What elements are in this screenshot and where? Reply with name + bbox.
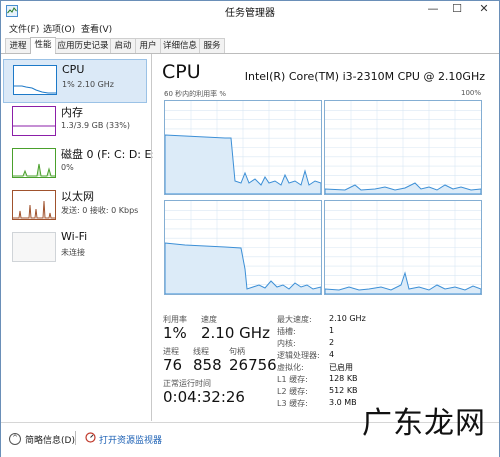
spec-l2-cache-value: 512 KB xyxy=(329,386,358,395)
spec-l2-cache-label: L2 缓存: xyxy=(277,387,308,396)
tab-app-history[interactable]: 应用历史记录 xyxy=(55,38,111,53)
graph-caption: 60 秒内的利用率 % xyxy=(164,90,227,98)
spec-logical-processors-label: 逻辑处理器: xyxy=(277,351,320,360)
ethernet-label: 以太网 xyxy=(61,190,94,203)
memory-summary: 1.3/3.9 GB (33%) xyxy=(61,121,130,130)
close-button[interactable]: ✕ xyxy=(469,1,499,17)
graph-max-label: 100% xyxy=(460,89,481,97)
cpu-detail-pane: CPU Intel(R) Core(TM) i3-2310M CPU @ 2.1… xyxy=(153,54,499,421)
ethernet-thumbnail-graph xyxy=(12,190,56,220)
wifi-label: Wi-Fi xyxy=(61,230,88,243)
processes-value: 76 xyxy=(163,356,183,374)
cpu-summary: 1% 2.10 GHz xyxy=(62,80,115,89)
spec-l1-cache-label: L1 缓存: xyxy=(277,375,308,384)
title-bar: 任务管理器 — ☐ ✕ xyxy=(1,1,499,21)
menu-bar: 文件(F) 选项(O) 查看(V) xyxy=(1,21,499,35)
menu-options[interactable]: 选项(O) xyxy=(43,22,75,35)
tab-strip: 进程 性能 应用历史记录 启动 用户 详细信息 服务 xyxy=(1,37,499,54)
spec-l3-cache-value: 3.0 MB xyxy=(329,398,357,407)
utilization-value: 1% xyxy=(163,324,187,342)
spec-l3-cache-label: L3 缓存: xyxy=(277,399,308,408)
resource-ethernet[interactable]: 以太网 发送: 0 接收: 0 Kbps xyxy=(3,185,145,227)
open-resource-monitor-link[interactable]: 打开资源监视器 xyxy=(99,433,162,446)
spec-sockets-label: 插槽: xyxy=(277,327,296,336)
memory-thumbnail-graph xyxy=(12,106,56,136)
logical-processor-graph-2 xyxy=(324,100,482,195)
handles-value: 26756 xyxy=(229,356,277,374)
speed-value: 2.10 GHz xyxy=(201,324,270,342)
resource-list: CPU 1% 2.10 GHz 内存 1.3/3.9 GB (33%) 磁盘 0… xyxy=(1,54,155,421)
resource-disk[interactable]: 磁盘 0 (F: C: D: E: 0% xyxy=(3,143,155,185)
resource-wifi[interactable]: Wi-Fi 未连接 xyxy=(3,227,145,269)
resource-cpu[interactable]: CPU 1% 2.10 GHz xyxy=(3,59,147,103)
wifi-thumbnail-graph xyxy=(12,232,56,262)
logical-processor-graph-4 xyxy=(324,200,482,295)
ethernet-summary: 发送: 0 接收: 0 Kbps xyxy=(61,206,139,215)
cpu-model-name: Intel(R) Core(TM) i3-2310M CPU @ 2.10GHz xyxy=(244,70,485,83)
task-manager-window: 任务管理器 — ☐ ✕ 文件(F) 选项(O) 查看(V) 进程 性能 应用历史… xyxy=(0,0,500,457)
threads-value: 858 xyxy=(193,356,222,374)
spec-sockets-value: 1 xyxy=(329,326,335,335)
tab-startup[interactable]: 启动 xyxy=(110,38,136,53)
resource-memory[interactable]: 内存 1.3/3.9 GB (33%) xyxy=(3,101,145,143)
spec-virtualization-label: 虚拟化: xyxy=(277,363,304,372)
maximize-button[interactable]: ☐ xyxy=(445,1,469,17)
spec-virtualization-value: 已启用 xyxy=(329,363,353,372)
detail-title: CPU xyxy=(162,61,201,83)
spec-cores-value: 2 xyxy=(329,338,335,347)
wifi-summary: 未连接 xyxy=(61,248,85,257)
tab-services[interactable]: 服务 xyxy=(199,38,225,53)
tab-details[interactable]: 详细信息 xyxy=(160,38,200,53)
tab-processes[interactable]: 进程 xyxy=(5,38,31,53)
site-watermark: 广东龙网 xyxy=(362,406,486,441)
resource-monitor-icon xyxy=(85,432,96,443)
chevron-up-icon[interactable]: ^ xyxy=(9,433,21,445)
fewer-details-link[interactable]: 简略信息(D) xyxy=(25,433,75,446)
menu-view[interactable]: 查看(V) xyxy=(81,22,112,35)
disk-label: 磁盘 0 (F: C: D: E: xyxy=(61,148,156,161)
spec-logical-processors-value: 4 xyxy=(329,350,335,359)
logical-processor-graph-1 xyxy=(164,100,322,195)
minimize-button[interactable]: — xyxy=(421,1,445,17)
uptime-value: 0:04:32:26 xyxy=(163,388,245,406)
memory-label: 内存 xyxy=(61,106,83,119)
spec-l1-cache-value: 128 KB xyxy=(329,374,358,383)
spec-max-speed-value: 2.10 GHz xyxy=(329,314,366,323)
cpu-thumbnail-graph xyxy=(13,65,57,95)
menu-file[interactable]: 文件(F) xyxy=(9,22,39,35)
cpu-label: CPU xyxy=(62,63,85,76)
disk-summary: 0% xyxy=(61,163,74,172)
footer-separator xyxy=(75,431,76,445)
disk-thumbnail-graph xyxy=(12,148,56,178)
spec-cores-label: 内核: xyxy=(277,339,296,348)
logical-processor-graph-3 xyxy=(164,200,322,295)
tab-users[interactable]: 用户 xyxy=(135,38,161,53)
tab-performance[interactable]: 性能 xyxy=(30,37,56,54)
spec-max-speed-label: 最大速度: xyxy=(277,315,312,324)
